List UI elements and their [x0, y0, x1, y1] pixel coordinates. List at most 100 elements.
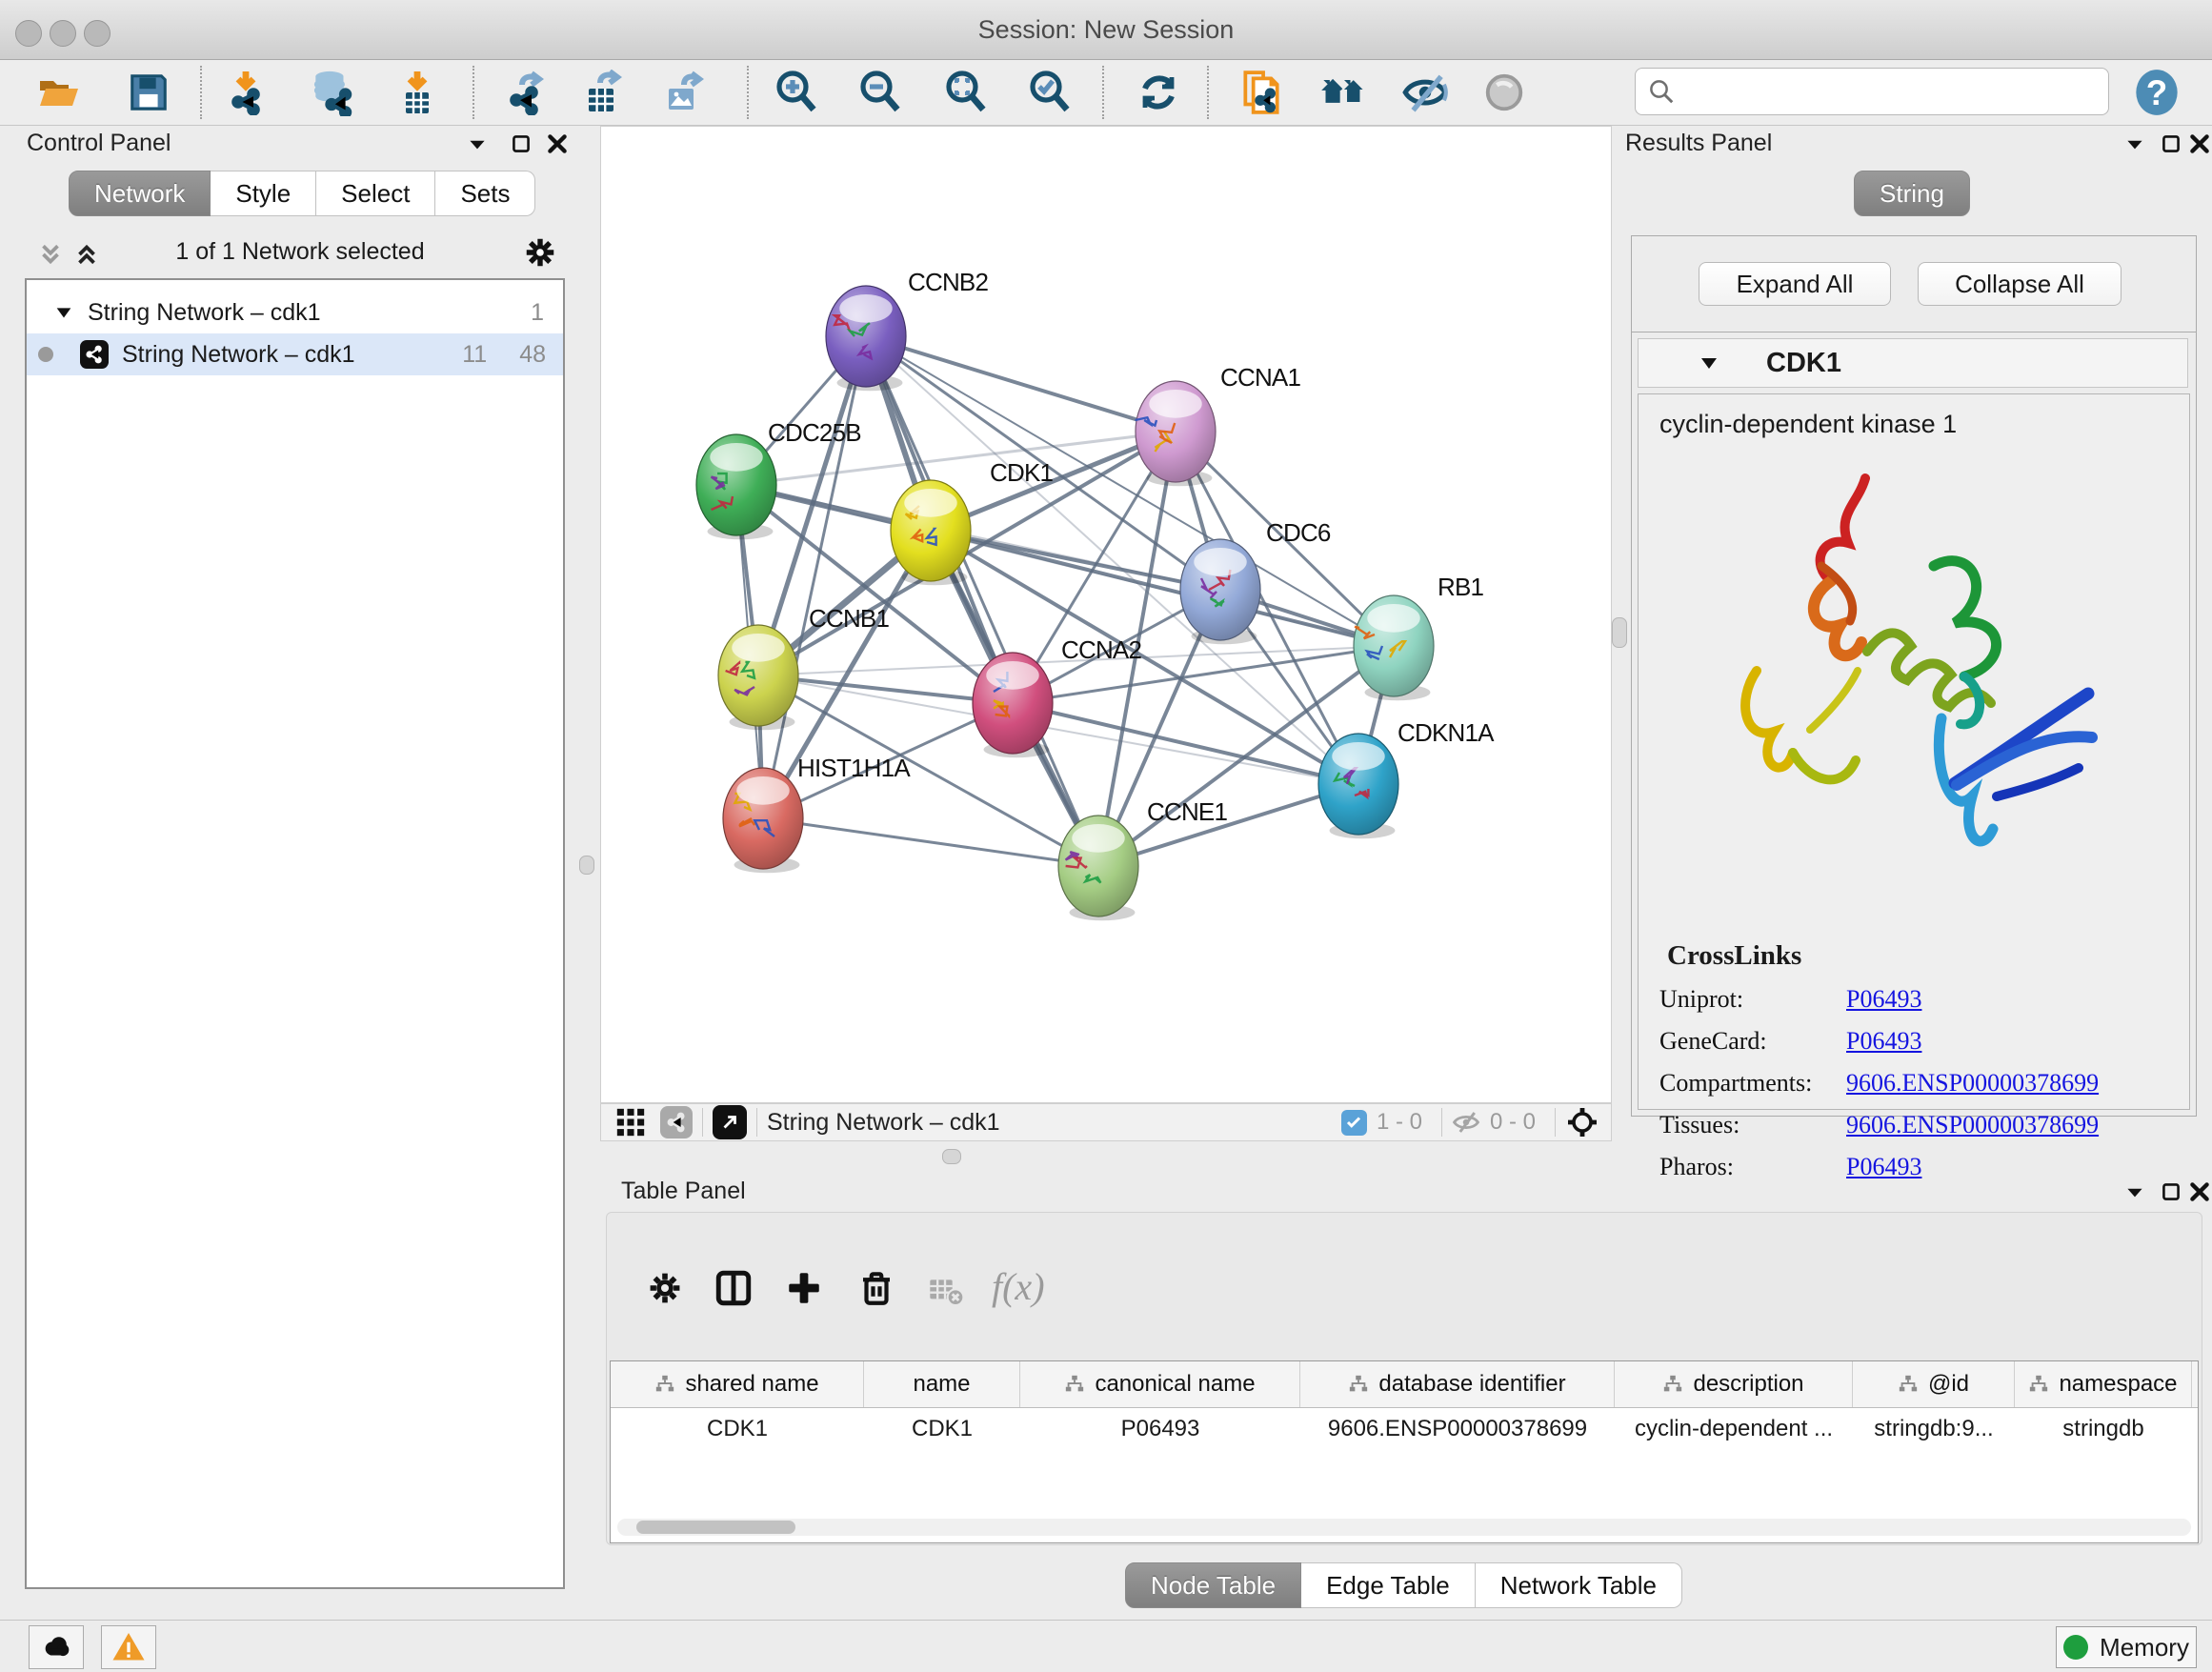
column-header-name[interactable]: name — [864, 1361, 1020, 1407]
crosslink-link[interactable]: P06493 — [1846, 985, 1921, 1014]
results-panel-menu-icon[interactable] — [2122, 131, 2147, 156]
export-network-icon[interactable] — [505, 68, 554, 117]
zoom-selected-icon[interactable] — [1025, 68, 1075, 117]
results-panel-tabbar: String — [1854, 171, 1970, 216]
tab-string[interactable]: String — [1854, 171, 1970, 216]
network-share-icon[interactable] — [660, 1106, 693, 1138]
crosslink-link[interactable]: 9606.ENSP00000378699 — [1846, 1069, 2099, 1098]
tab-select[interactable]: Select — [316, 171, 435, 216]
right-splitter-handle[interactable] — [1612, 617, 1627, 648]
results-panel-float-icon[interactable] — [2159, 131, 2183, 156]
cloud-status-button[interactable] — [29, 1625, 84, 1669]
column-header-canonical-name[interactable]: canonical name — [1020, 1361, 1300, 1407]
network-node-CCNB2[interactable]: CCNB2 — [826, 268, 988, 391]
table-cell[interactable]: CDK1 — [864, 1408, 1020, 1450]
control-panel-menu-icon[interactable] — [465, 131, 490, 156]
table-cell[interactable]: P06493 — [1020, 1408, 1300, 1450]
table-cell[interactable]: cyclin-dependent ... — [1615, 1408, 1853, 1450]
toggle-visibility-icon[interactable] — [1400, 68, 1450, 117]
network-node-HIST1H1A[interactable]: HIST1H1A — [723, 754, 911, 873]
tab-network[interactable]: Network — [69, 171, 211, 216]
tab-sets[interactable]: Sets — [435, 171, 535, 216]
network-node-RB1[interactable]: RB1 — [1354, 573, 1484, 700]
network-collection-row[interactable]: String Network – cdk1 1 — [27, 292, 563, 333]
tab-edge-table[interactable]: Edge Table — [1301, 1562, 1476, 1608]
table-cell[interactable]: 9606.ENSP00000378699 — [1300, 1408, 1615, 1450]
table-hscrollbar-thumb[interactable] — [636, 1521, 795, 1534]
import-table-from-file-icon[interactable] — [392, 68, 442, 117]
table-panel-float-icon[interactable] — [2159, 1179, 2183, 1204]
network-node-CCNA1[interactable]: CCNA1 — [1136, 363, 1301, 486]
help-icon[interactable]: ? — [2132, 68, 2182, 117]
zoom-out-icon[interactable] — [855, 68, 905, 117]
selected-checkbox-icon[interactable] — [1341, 1110, 1367, 1136]
hidden-eye-icon[interactable] — [1452, 1108, 1480, 1137]
collapse-all-networks-icon[interactable] — [36, 240, 65, 269]
export-image-icon[interactable] — [659, 68, 709, 117]
open-in-window-icon[interactable] — [713, 1105, 747, 1139]
table-cell[interactable]: stringdb:9... — [1853, 1408, 2015, 1450]
protein-collapse-icon[interactable] — [1698, 352, 1720, 374]
network-row-selected[interactable]: String Network – cdk1 11 48 — [27, 333, 563, 375]
tab-style[interactable]: Style — [211, 171, 316, 216]
bottom-splitter-handle[interactable] — [942, 1149, 961, 1164]
delete-column-trash-icon[interactable] — [856, 1268, 896, 1308]
hidden-counts: 0 - 0 — [1490, 1109, 1536, 1136]
memory-button[interactable]: Memory — [2056, 1626, 2197, 1668]
show-columns-icon[interactable] — [714, 1268, 754, 1308]
export-table-icon[interactable] — [579, 68, 629, 117]
crosslink-link[interactable]: P06493 — [1846, 1153, 1921, 1181]
search-input[interactable] — [1676, 77, 2089, 106]
table-hscrollbar-track[interactable] — [617, 1519, 2191, 1536]
results-panel-close-icon[interactable] — [2187, 131, 2212, 156]
open-session-icon[interactable] — [34, 68, 84, 117]
tab-node-table[interactable]: Node Table — [1125, 1562, 1301, 1608]
zoom-fit-icon[interactable] — [941, 68, 991, 117]
import-network-from-database-icon[interactable] — [307, 68, 356, 117]
table-panel-close-icon[interactable] — [2187, 1179, 2212, 1204]
left-splitter-handle[interactable] — [579, 856, 594, 875]
clone-network-icon[interactable] — [1237, 68, 1286, 117]
refresh-icon[interactable] — [1134, 68, 1183, 117]
network-canvas[interactable]: CCNB2CCNA1CDC25BCDK1CDC6RB1CCNB1CCNA2CDK… — [600, 126, 1612, 1103]
network-node-CCNE1[interactable]: CCNE1 — [1058, 797, 1227, 920]
crosslink-link[interactable]: 9606.ENSP00000378699 — [1846, 1111, 2099, 1139]
delete-table-icon[interactable] — [927, 1272, 965, 1310]
warnings-button[interactable] — [101, 1625, 156, 1669]
birdseye-grid-icon[interactable] — [614, 1106, 647, 1138]
column-header-description[interactable]: description — [1615, 1361, 1853, 1407]
column-type-icon — [1662, 1374, 1683, 1395]
expand-all-button[interactable]: Expand All — [1699, 262, 1891, 306]
create-column-plus-icon[interactable] — [784, 1268, 824, 1308]
column-header-@id[interactable]: @id — [1853, 1361, 2015, 1407]
crosslinks-heading: CrossLinks — [1667, 940, 2189, 972]
control-panel-close-icon[interactable] — [545, 131, 570, 156]
import-network-from-file-icon[interactable] — [221, 68, 271, 117]
network-edge — [866, 336, 1098, 866]
node-label: RB1 — [1438, 573, 1484, 601]
table-settings-gear-icon[interactable] — [645, 1268, 685, 1308]
network-node-CDKN1A[interactable]: CDKN1A — [1318, 718, 1495, 838]
collection-expand-icon[interactable] — [53, 302, 74, 323]
fit-selected-crosshair-icon[interactable] — [1565, 1105, 1599, 1139]
crosslink-link[interactable]: P06493 — [1846, 1027, 1921, 1056]
expand-all-networks-icon[interactable] — [72, 240, 101, 269]
crosslink-label: Tissues: — [1659, 1111, 1846, 1139]
column-header-shared-name[interactable]: shared name — [611, 1361, 864, 1407]
table-cell[interactable]: CDK1 — [611, 1408, 864, 1450]
save-session-icon[interactable] — [124, 68, 173, 117]
zoom-in-icon[interactable] — [772, 68, 821, 117]
table-panel-menu-icon[interactable] — [2122, 1179, 2147, 1204]
table-cell[interactable]: stringdb — [2015, 1408, 2192, 1450]
collapse-all-button[interactable]: Collapse All — [1918, 262, 2122, 306]
function-builder-icon[interactable]: f(x) — [992, 1264, 1045, 1309]
protein-section-header[interactable]: CDK1 — [1638, 338, 2188, 388]
table-row[interactable]: CDK1CDK1P064939606.ENSP00000378699cyclin… — [611, 1408, 2198, 1450]
column-header-database-identifier[interactable]: database identifier — [1300, 1361, 1615, 1407]
cytoscape-home-icon[interactable] — [1319, 68, 1369, 117]
control-panel-float-icon[interactable] — [509, 131, 533, 156]
column-header-namespace[interactable]: namespace — [2015, 1361, 2192, 1407]
network-options-gear-icon[interactable] — [522, 234, 558, 271]
preview-eye-icon[interactable] — [1479, 68, 1529, 117]
tab-network-table[interactable]: Network Table — [1476, 1562, 1682, 1608]
